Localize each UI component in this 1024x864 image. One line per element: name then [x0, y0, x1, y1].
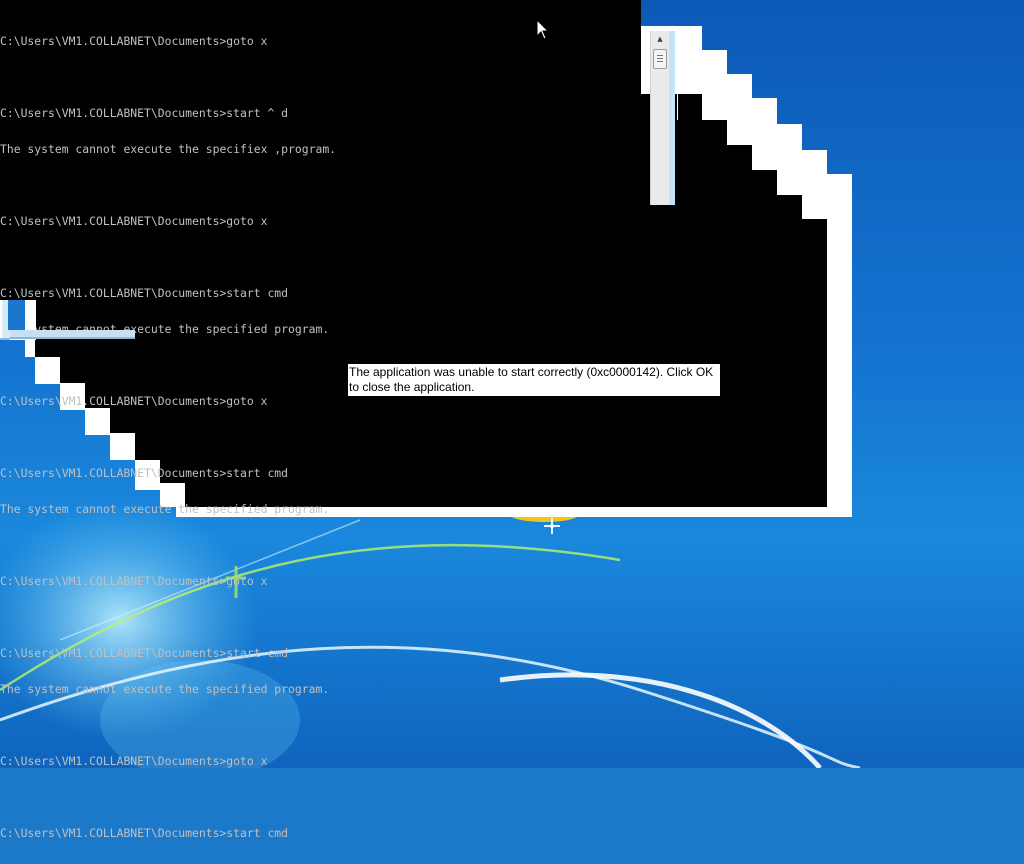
console-line: C:\Users\VM1.COLLABNET\Documents>start c…: [0, 286, 289, 300]
window-border-fragment: [669, 31, 675, 205]
scroll-thumb[interactable]: [653, 49, 667, 69]
arrow-cursor-icon: [536, 19, 550, 40]
console-line: The system cannot execute the specified …: [0, 682, 330, 696]
console-line: C:\Users\VM1.COLLABNET\Documents>start c…: [0, 466, 289, 480]
scroll-up-arrow-icon[interactable]: ▲: [653, 33, 667, 45]
window-border-fragment-left: [0, 300, 135, 340]
console-line: C:\Users\VM1.COLLABNET\Documents>goto x: [0, 754, 268, 768]
console-line: C:\Users\VM1.COLLABNET\Documents>goto x: [0, 394, 268, 408]
console-output: C:\Users\VM1.COLLABNET\Documents>goto x …: [0, 11, 336, 863]
console-line: C:\Users\VM1.COLLABNET\Documents>start ^…: [0, 106, 289, 120]
console-vertical-scrollbar[interactable]: ▲: [650, 31, 669, 205]
console-line: C:\Users\VM1.COLLABNET\Documents>goto x: [0, 574, 268, 588]
error-dialog-message: The application was unable to start corr…: [348, 364, 720, 396]
console-line: C:\Users\VM1.COLLABNET\Documents>goto x: [0, 34, 268, 48]
command-prompt-window[interactable]: C:\Users\VM1.COLLABNET\Documents>goto x …: [0, 0, 641, 839]
console-line: C:\Users\VM1.COLLABNET\Documents>start c…: [0, 646, 289, 660]
console-line: The system cannot execute the specifiex …: [0, 142, 337, 156]
console-line: The system cannot execute the specified …: [0, 502, 330, 516]
console-line: C:\Users\VM1.COLLABNET\Documents>start c…: [0, 826, 289, 840]
console-line: C:\Users\VM1.COLLABNET\Documents>goto x: [0, 214, 268, 228]
